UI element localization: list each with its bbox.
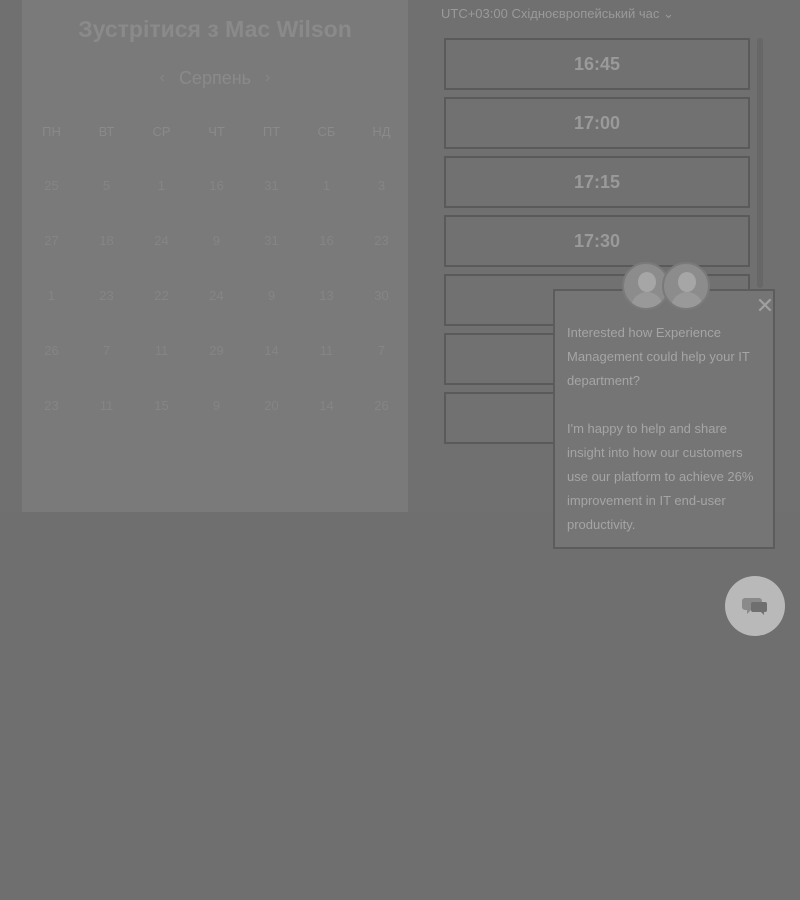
calendar-day[interactable]: 24 (189, 288, 244, 343)
weekday-label: ПТ (262, 124, 281, 139)
weekday-label: НД (372, 124, 391, 139)
calendar-day[interactable]: 11 (299, 343, 354, 398)
calendar-day[interactable]: 9 (189, 233, 244, 288)
weekday-label: ЧТ (208, 124, 225, 139)
calendar-day[interactable]: 26 (354, 398, 409, 453)
weekday-header: ПН ВТ СР ЧТ ПТ СБ НД (22, 124, 410, 139)
calendar-day[interactable]: 9 (244, 288, 299, 343)
calendar-day[interactable]: 27 (24, 233, 79, 288)
calendar-day[interactable]: 25 (24, 178, 79, 233)
calendar-grid: 25 5 1 16 31 1 3 27 18 24 9 31 16 23 1 2… (22, 178, 410, 453)
slot-list-scrollbar[interactable] (757, 38, 763, 288)
time-slot-button[interactable]: 17:30 (444, 215, 750, 267)
time-slot-button[interactable]: 17:00 (444, 97, 750, 149)
popup-paragraph-1: Interested how Experience Management cou… (567, 325, 750, 388)
calendar-day[interactable]: 11 (134, 343, 189, 398)
agent-avatars (622, 262, 714, 314)
chat-popup: Interested how Experience Management cou… (553, 289, 775, 549)
month-navigation: ‹ Серпень › (22, 66, 408, 90)
calendar-day[interactable]: 31 (244, 178, 299, 233)
time-slot-button[interactable]: 16:45 (444, 38, 750, 90)
calendar-day[interactable]: 18 (79, 233, 134, 288)
timezone-selector[interactable]: UTC+03:00 Східноєвропейський час ⌄ (441, 6, 674, 22)
calendar-day[interactable]: 26 (24, 343, 79, 398)
avatar (662, 262, 710, 310)
calendar-day[interactable]: 1 (299, 178, 354, 233)
chat-icon (742, 598, 767, 615)
calendar-day[interactable]: 14 (299, 398, 354, 453)
calendar-day[interactable]: 15 (134, 398, 189, 453)
calendar-day[interactable]: 23 (354, 233, 409, 288)
calendar-day[interactable]: 16 (299, 233, 354, 288)
time-slot-button[interactable]: 17:15 (444, 156, 750, 208)
popup-paragraph-2: I'm happy to help and share insight into… (567, 421, 754, 532)
calendar-panel: Зустрітися з Мас Wilson ‹ Серпень › ПН В… (22, 0, 408, 512)
calendar-day[interactable]: 16 (189, 178, 244, 233)
chevron-down-icon: ⌄ (662, 6, 674, 21)
calendar-day[interactable]: 24 (134, 233, 189, 288)
calendar-day[interactable]: 23 (24, 398, 79, 453)
timezone-label: UTC+03:00 Східноєвропейський час (441, 6, 660, 21)
weekday-label: СБ (317, 124, 336, 139)
popup-message: Interested how Experience Management cou… (567, 321, 767, 561)
close-icon[interactable]: ✕ (752, 293, 778, 319)
weekday-label: ВТ (98, 124, 115, 139)
calendar-day[interactable]: 3 (354, 178, 409, 233)
calendar-day[interactable]: 7 (79, 343, 134, 398)
calendar-day[interactable]: 30 (354, 288, 409, 343)
calendar-day[interactable]: 23 (79, 288, 134, 343)
calendar-day[interactable]: 13 (299, 288, 354, 343)
calendar-day[interactable]: 11 (79, 398, 134, 453)
calendar-day[interactable]: 29 (189, 343, 244, 398)
chat-launcher-button[interactable] (725, 576, 785, 636)
weekday-label: СР (152, 124, 171, 139)
page-title: Зустрітися з Мас Wilson (78, 16, 352, 42)
calendar-day[interactable]: 20 (244, 398, 299, 453)
calendar-day[interactable]: 14 (244, 343, 299, 398)
month-label: Серпень (178, 67, 252, 88)
chevron-right-icon[interactable]: › (265, 69, 270, 87)
calendar-day[interactable]: 31 (244, 233, 299, 288)
weekday-label: ПН (42, 124, 61, 139)
calendar-day[interactable]: 1 (24, 288, 79, 343)
calendar-day[interactable]: 1 (134, 178, 189, 233)
calendar-day[interactable]: 5 (79, 178, 134, 233)
calendar-day[interactable]: 9 (189, 398, 244, 453)
calendar-day[interactable]: 22 (134, 288, 189, 343)
chevron-left-icon[interactable]: ‹ (160, 69, 165, 87)
calendar-day[interactable]: 7 (354, 343, 409, 398)
